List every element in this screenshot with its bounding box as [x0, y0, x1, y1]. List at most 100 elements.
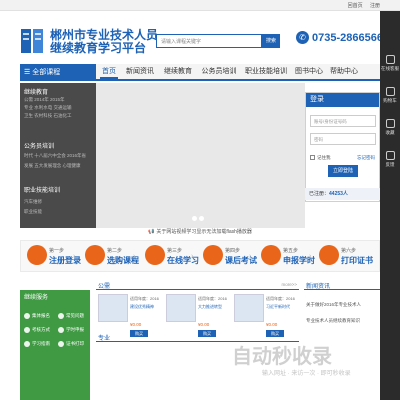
nav-vocational[interactable]: 职业技能培训	[242, 64, 290, 79]
step-arrow-icon: ›	[309, 253, 312, 260]
step-arrow-icon: ›	[133, 253, 136, 260]
more-link[interactable]: more>>	[281, 282, 297, 287]
step-name: 课后考试	[225, 256, 257, 265]
step-name: 打印证书	[341, 256, 373, 265]
step-label: 第二步	[107, 248, 123, 254]
service-hours-declare[interactable]: 学时申报	[56, 324, 86, 336]
course-thumbnail[interactable]	[98, 294, 128, 322]
forgot-password-link[interactable]: 忘记密码	[357, 155, 375, 161]
login-box: 登录 账号/身份证号码 密码 记住我 忘记密码 立即登陆	[305, 92, 380, 202]
floating-sidebar: 在线客服 购物车 收藏 反馈	[380, 11, 400, 400]
nav-home[interactable]: 首页	[100, 64, 118, 79]
service-label: 证书打印	[66, 341, 84, 346]
top-links: 回首页 注册	[342, 2, 380, 9]
float-customer-service[interactable]: 在线客服	[380, 51, 400, 81]
account-field[interactable]: 账号/身份证号码	[310, 115, 376, 127]
news-item[interactable]: 关于做好2016年专业技术人	[306, 302, 378, 308]
hero-banner[interactable]	[96, 83, 305, 228]
category-line[interactable]: 汽车维修	[24, 199, 42, 205]
service-label: 常见问题	[66, 313, 84, 318]
service-guide[interactable]: 学习指南	[22, 338, 52, 350]
carousel-dots[interactable]	[192, 216, 206, 223]
password-field[interactable]: 密码	[310, 133, 376, 145]
float-label: 反馈	[385, 162, 395, 167]
notice-text: 关于网站视频学习显示无法加载flash播放器	[156, 229, 252, 235]
step-label: 第四步	[225, 248, 241, 254]
nav-books[interactable]: 图书中心	[294, 64, 324, 79]
notice-bar[interactable]: 📢 关于网站视频学习显示无法加载flash播放器	[20, 228, 380, 237]
login-button[interactable]: 立即登陆	[328, 165, 358, 177]
group-icon	[24, 313, 30, 319]
course-title[interactable]: 建设优秀精神	[130, 304, 154, 310]
service-exam-method[interactable]: 考核方式	[22, 324, 52, 336]
float-feedback[interactable]: 反馈	[380, 147, 400, 177]
course-title[interactable]: 大力推进转型	[198, 304, 222, 310]
step-icon	[203, 245, 223, 265]
service-faq[interactable]: 常见问题	[56, 310, 86, 322]
course-title[interactable]: 习近平新时代	[266, 304, 290, 310]
service-label: 集体报名	[32, 313, 50, 318]
float-label: 购物车	[383, 98, 397, 103]
star-icon	[385, 119, 395, 128]
category-title[interactable]: 职业技能培训	[24, 185, 60, 194]
service-group-signup[interactable]: 集体报名	[22, 310, 52, 322]
search-input[interactable]: 请输入课程关键字	[156, 34, 262, 48]
step-icon	[261, 245, 281, 265]
watermark-text: 自动秒收录	[232, 346, 332, 368]
category-line[interactable]: 职业技能	[24, 209, 42, 215]
course-thumbnail[interactable]	[166, 294, 196, 322]
float-cart[interactable]: 购物车	[380, 83, 400, 113]
carousel-dot[interactable]	[199, 216, 204, 221]
registered-label: 已注册：	[309, 191, 330, 197]
nav-help[interactable]: 帮助中心	[328, 64, 360, 79]
category-line[interactable]: 卫生 农村科技 石油化工	[24, 113, 72, 119]
news-title: 新闻资讯	[306, 284, 331, 290]
search-button[interactable]: 搜索	[262, 34, 280, 48]
step-icon	[145, 245, 165, 265]
nav-continuing-education[interactable]: 继续教育	[162, 64, 194, 79]
service-title: 继续服务	[24, 295, 49, 301]
nav-civil-servant[interactable]: 公务员培训	[200, 64, 238, 79]
step-label: 第六步	[341, 248, 357, 254]
float-favorite[interactable]: 收藏	[380, 115, 400, 145]
category-title[interactable]: 继续教育	[24, 87, 48, 96]
nav-news[interactable]: 新闻资讯	[124, 64, 156, 79]
category-line[interactable]: 专业 水利水电 交通运输	[24, 105, 72, 111]
top-link-register[interactable]: 注册	[370, 3, 380, 9]
step-label: 第三步	[167, 248, 183, 254]
section-title: 专业	[98, 336, 111, 342]
feedback-icon	[385, 151, 395, 160]
remember-label: 记住我	[317, 155, 331, 160]
registered-value: 44253人	[329, 191, 348, 197]
course-year: 适用年度：2016	[130, 296, 159, 301]
float-label: 收藏	[385, 130, 395, 135]
course-price: ¥0.00	[266, 322, 278, 327]
course-thumbnail[interactable]	[234, 294, 264, 322]
service-certificate[interactable]: 证书打印	[56, 338, 86, 350]
checkbox-icon	[310, 155, 315, 161]
remember-checkbox[interactable]: 记住我	[310, 155, 331, 161]
news-item[interactable]: 专业技术人员继续教育知识	[306, 318, 378, 324]
news-header: 新闻资讯	[304, 280, 380, 290]
service-panel: 继续服务 集体报名 常见问题 考核方式 学时申报 学习指南 证书打印	[20, 290, 90, 400]
clock-icon	[58, 327, 64, 333]
phone-number: 0735-2866566	[312, 32, 383, 44]
category-line[interactable]: 发展 五大发展理念 心理健康	[24, 163, 81, 169]
category-line[interactable]: 时代 十八届六中全会 2016年省	[24, 153, 86, 159]
site-subtitle: 继续教育学习平台	[50, 41, 147, 55]
step-icon	[85, 245, 105, 265]
category-title[interactable]: 公务员培训	[24, 141, 54, 150]
all-courses-button[interactable]: ☰ 全部课程	[20, 64, 96, 81]
float-label: 在线客服	[381, 66, 399, 71]
step-arrow-icon: ›	[191, 253, 194, 260]
step-name: 注册登录	[49, 256, 81, 265]
top-link-home[interactable]: 回首页	[348, 3, 363, 9]
all-courses-label: 全部课程	[32, 69, 61, 76]
service-label: 学时申报	[66, 327, 84, 332]
carousel-dot[interactable]	[192, 216, 197, 221]
step-icon	[27, 245, 47, 265]
step-name: 在线学习	[167, 256, 199, 265]
category-line[interactable]: 公需 2014年 2015年	[24, 97, 65, 103]
step-label: 第五步	[283, 248, 299, 254]
course-year: 适用年度：2016	[266, 296, 295, 301]
